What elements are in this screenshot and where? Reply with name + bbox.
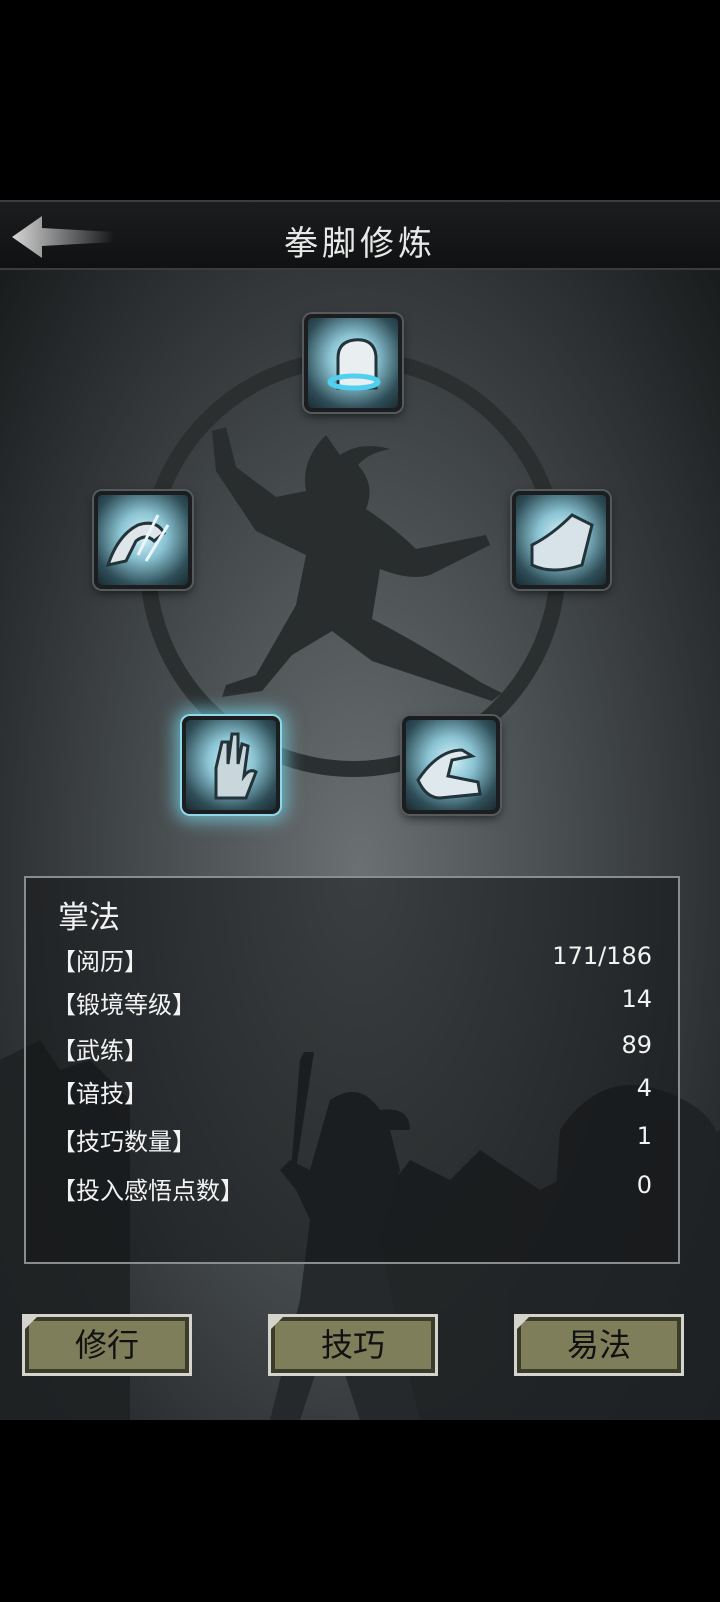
stat-value: 89 xyxy=(621,1031,652,1059)
skill-info-panel: 掌法 【阅历】 171/186 【锻境等级】 14 【武练】 89 【谙技】 4… xyxy=(24,876,680,1264)
train-button[interactable]: 修行 xyxy=(22,1314,192,1376)
stat-row-insight-points: 【投入感悟点数】 0 xyxy=(52,1171,652,1205)
stat-value: 14 xyxy=(621,985,652,1013)
stat-row-technique-count: 【技巧数量】 1 xyxy=(52,1122,652,1156)
stat-label: 【阅历】 xyxy=(52,948,148,976)
stat-label: 【谙技】 xyxy=(52,1080,148,1108)
stat-value: 4 xyxy=(636,1074,652,1102)
stat-row-forge-level: 【锻境等级】 14 xyxy=(52,985,652,1019)
fist-skill-slot[interactable] xyxy=(304,314,402,412)
fist-icon xyxy=(327,338,381,391)
stat-row-experience: 【阅历】 171/186 xyxy=(52,942,652,976)
stat-label: 【武练】 xyxy=(52,1037,148,1065)
claw-skill-slot[interactable] xyxy=(94,491,192,589)
stat-row-martial-practice: 【武练】 89 xyxy=(52,1031,652,1065)
stat-label: 【投入感悟点数】 xyxy=(52,1177,244,1205)
finger-skill-slot[interactable] xyxy=(402,716,500,814)
finger-icon xyxy=(416,748,482,800)
palm-icon xyxy=(214,732,258,800)
stat-row-skill-mastery: 【谙技】 4 xyxy=(52,1074,652,1108)
stat-value: 0 xyxy=(636,1171,652,1199)
kick-skill-slot[interactable] xyxy=(512,491,610,589)
header-bar: 拳脚修炼 xyxy=(0,200,720,270)
technique-button[interactable]: 技巧 xyxy=(268,1314,438,1376)
panel-title: 掌法 xyxy=(58,900,120,936)
stat-value: 1 xyxy=(636,1122,652,1150)
stat-label: 【锻境等级】 xyxy=(52,991,196,1019)
stat-label: 【技巧数量】 xyxy=(52,1128,196,1156)
kick-icon xyxy=(530,513,594,572)
change-method-button[interactable]: 易法 xyxy=(514,1314,684,1376)
martial-artist-silhouette xyxy=(212,427,502,701)
palm-skill-slot[interactable] xyxy=(182,716,280,814)
claw-icon xyxy=(105,514,170,568)
page-title: 拳脚修炼 xyxy=(284,224,436,264)
stat-value: 171/186 xyxy=(552,942,652,970)
